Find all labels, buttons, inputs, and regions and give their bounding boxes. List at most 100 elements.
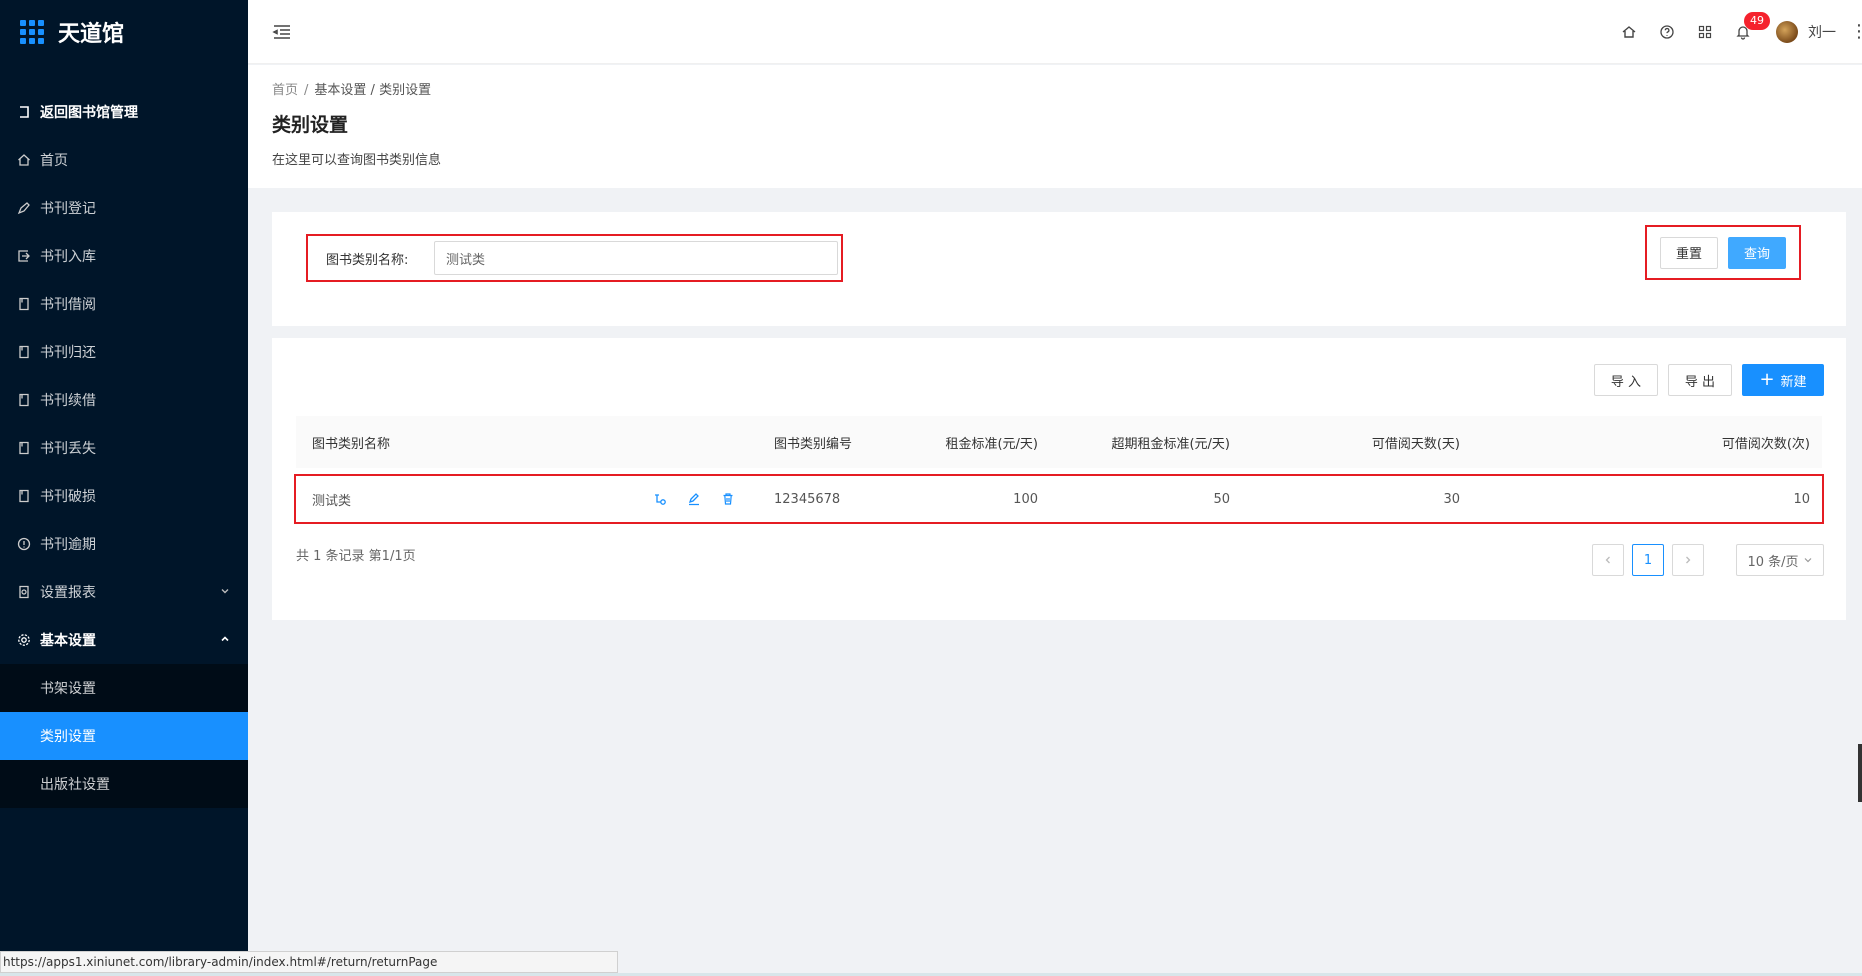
sidebar-item-return[interactable]: 返回图书馆管理 [0,88,248,136]
sidebar-item-basic-settings[interactable]: 基本设置 [0,616,248,664]
delete-icon[interactable] [720,491,736,507]
cell-category-code: 12345678 [774,491,841,507]
category-name-input[interactable] [434,241,838,275]
sidebar-item-register[interactable]: 书刊登记 [0,184,248,232]
search-form: 图书类别名称: [306,234,843,282]
breadcrumb: 首页 / 基本设置 / 类别设置 [272,79,1838,98]
username[interactable]: 刘一 [1808,22,1836,42]
submenu-basic-settings: 书架设置 类别设置 出版社设置 [0,664,248,808]
search-card: 图书类别名称: 重置 查询 [272,212,1846,326]
scrollbar-thumb[interactable] [1858,744,1862,802]
column-header: 超期租金标准(元/天) [1111,436,1230,452]
book-icon [16,488,32,504]
table-row: 测试类 12345678 100 50 30 10 [294,474,1824,524]
sidebar-item-category-settings[interactable]: 类别设置 [0,712,248,760]
page-size-select[interactable]: 10 条/页 [1736,544,1824,576]
import-button[interactable]: 导 入 [1594,364,1658,396]
page-description: 在这里可以查询图书类别信息 [272,153,442,168]
chevron-left-icon [1605,556,1610,564]
info-circle-icon [16,536,32,552]
page-title: 类别设置 [272,114,349,136]
sidebar-item-label: 出版社设置 [40,777,110,793]
export-button[interactable]: 导 出 [1668,364,1732,396]
sidebar-item-label: 书刊借阅 [40,297,96,313]
edit-icon[interactable] [686,491,702,507]
home-icon [16,152,32,168]
row-actions [652,476,754,522]
logo[interactable]: 天道馆 [0,0,248,64]
sidebar-item-label: 书刊破损 [40,489,96,505]
report-icon [16,584,32,600]
top-header: 49 刘一 ⋮ [248,0,1862,64]
sidebar-item-shelf-settings[interactable]: 书架设置 [0,664,248,712]
table-card: 导 入 导 出 + 新建 图书类别名称 图书类别编号 租金标准(元/天) 超期租… [272,338,1846,620]
record-summary: 共 1 条记录 第1/1页 [296,549,416,564]
sidebar-menu: 返回图书馆管理 首页 书刊登记 书刊入库 书刊借阅 书刊归还 书刊续借 书刊丢失… [0,88,248,808]
table-toolbar: 导 入 导 出 + 新建 [1594,364,1824,396]
sidebar-item-return-book[interactable]: 书刊归还 [0,328,248,376]
chevron-up-icon [220,634,230,647]
app-name: 天道馆 [58,22,125,47]
sidebar-item-lost[interactable]: 书刊丢失 [0,424,248,472]
prev-page-button[interactable] [1592,544,1624,576]
column-header: 租金标准(元/天) [945,436,1038,452]
menu-fold-icon[interactable] [272,22,292,42]
import-icon [16,248,32,264]
table-header: 图书类别名称 图书类别编号 租金标准(元/天) 超期租金标准(元/天) 可借阅天… [296,416,1822,468]
column-header: 可借阅次数(次) [1721,436,1810,452]
book-icon [16,296,32,312]
sidebar-item-reports[interactable]: 设置报表 [0,568,248,616]
sidebar-item-damaged[interactable]: 书刊破损 [0,472,248,520]
sidebar: 天道馆 返回图书馆管理 首页 书刊登记 书刊入库 书刊借阅 书刊归还 书刊续借 … [0,0,248,976]
help-icon[interactable] [1648,0,1686,64]
pagination: 1 10 条/页 [1592,544,1824,576]
column-header: 图书类别名称 [312,436,391,452]
sidebar-item-label: 书刊逾期 [40,537,96,553]
next-page-button[interactable] [1672,544,1704,576]
query-button[interactable]: 查询 [1728,236,1787,269]
breadcrumb-home[interactable]: 首页 [272,83,298,98]
sidebar-item-overdue[interactable]: 书刊逾期 [0,520,248,568]
sidebar-item-label: 书刊归还 [40,345,96,361]
sidebar-item-borrow[interactable]: 书刊借阅 [0,280,248,328]
sidebar-item-label: 书刊入库 [40,249,96,265]
sidebar-item-home[interactable]: 首页 [0,136,248,184]
reset-button[interactable]: 重置 [1659,236,1718,269]
sidebar-item-instock[interactable]: 书刊入库 [0,232,248,280]
book-icon [16,440,32,456]
page-number-button[interactable]: 1 [1632,544,1664,576]
breadcrumb-separator: / [304,83,309,98]
gear-icon [16,632,32,648]
cell-rent: 100 [1013,491,1038,507]
sidebar-item-label: 返回图书馆管理 [40,105,138,121]
more-vertical-icon[interactable]: ⋮ [1850,23,1862,41]
notification-badge: 49 [1744,12,1770,30]
home-icon[interactable] [1610,0,1648,64]
search-button-group: 重置 查询 [1645,225,1801,280]
share-settings-icon[interactable] [652,491,668,507]
sidebar-item-label: 书架设置 [40,681,96,697]
cell-borrow-days: 30 [1443,491,1460,507]
book-icon [16,392,32,408]
cell-category-name: 测试类 [312,493,352,509]
notification-bell-icon[interactable]: 49 [1724,0,1770,64]
header-actions: 49 刘一 ⋮ [1610,0,1862,64]
sidebar-item-publisher-settings[interactable]: 出版社设置 [0,760,248,808]
page-header: 首页 / 基本设置 / 类别设置 类别设置 在这里可以查询图书类别信息 [248,65,1862,188]
new-button-label: 新建 [1780,374,1807,390]
breadcrumb-parent: 基本设置 [314,83,367,98]
avatar[interactable] [1776,21,1798,43]
new-button[interactable]: + 新建 [1742,364,1824,396]
sidebar-item-label: 书刊丢失 [40,441,96,457]
apps-icon[interactable] [1686,0,1724,64]
breadcrumb-separator: / [366,83,380,98]
sidebar-item-label: 基本设置 [40,633,96,649]
pen-icon [16,200,32,216]
sidebar-item-label: 书刊登记 [40,201,96,217]
apps-grid-icon [20,20,44,44]
return-icon [16,104,32,120]
plus-icon: + [1759,369,1775,390]
book-icon [16,344,32,360]
search-label: 图书类别名称: [326,252,409,268]
sidebar-item-renew[interactable]: 书刊续借 [0,376,248,424]
